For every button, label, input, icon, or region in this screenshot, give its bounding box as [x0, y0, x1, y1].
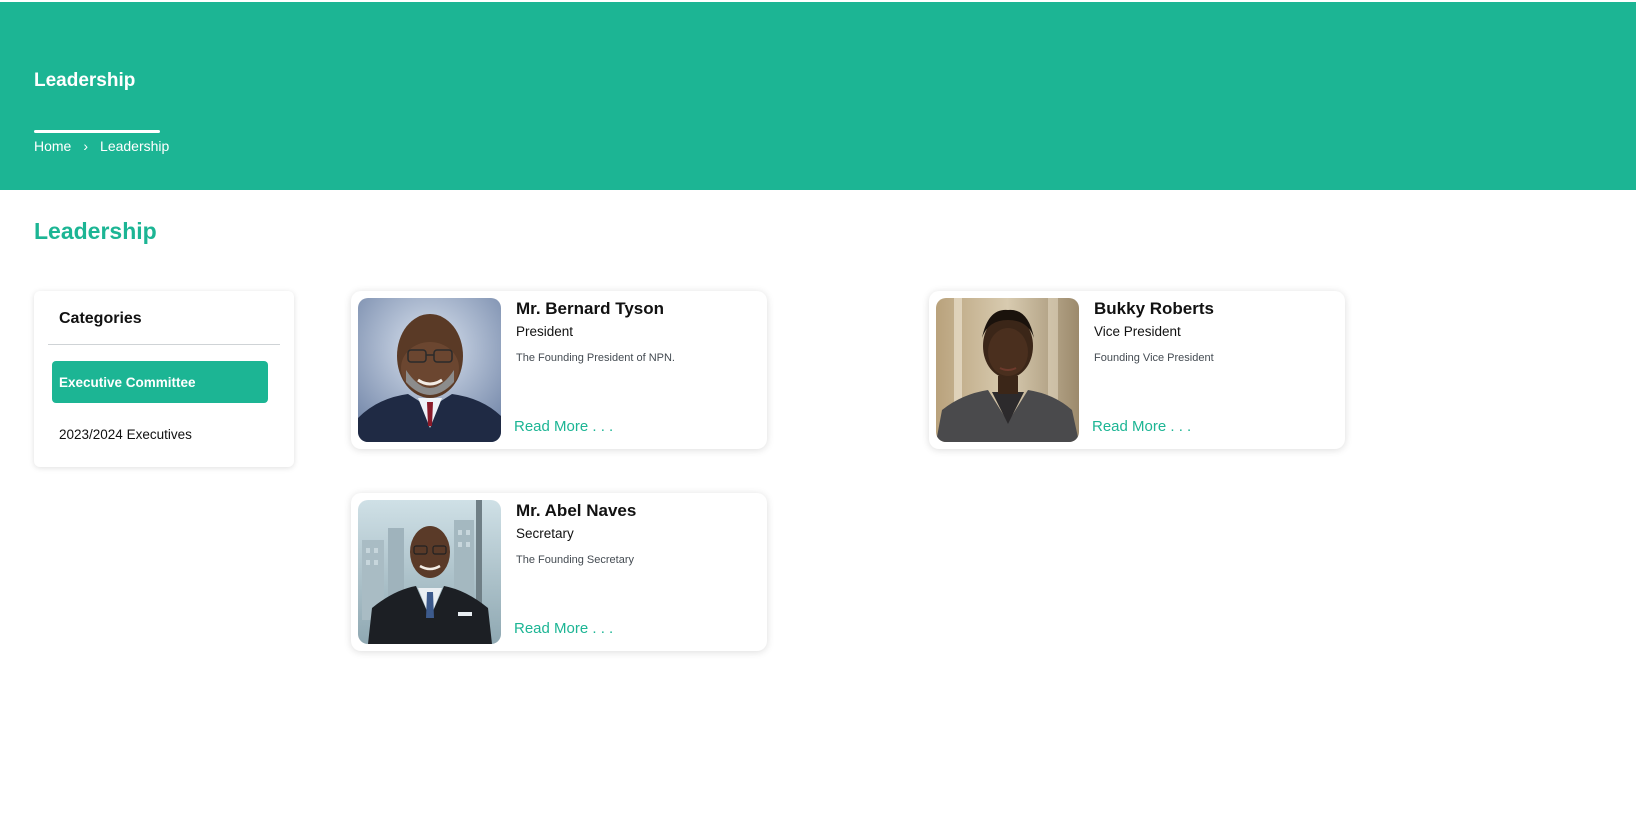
portrait-image [358, 500, 501, 644]
member-card: Mr. Abel Naves Secretary The Founding Se… [351, 493, 767, 651]
page-header-banner: Leadership Home › Leadership [0, 2, 1636, 190]
member-photo [936, 298, 1079, 442]
portrait-image [358, 298, 501, 442]
read-more-link[interactable]: Read More . . . [1092, 418, 1191, 435]
read-more-link[interactable]: Read More . . . [514, 418, 613, 435]
category-executive-committee[interactable]: Executive Committee [52, 361, 268, 403]
member-role: Secretary [516, 526, 574, 541]
member-description: Founding Vice President [1094, 352, 1214, 364]
categories-divider [48, 344, 280, 345]
breadcrumb: Home › Leadership [34, 138, 169, 154]
portrait-image [936, 298, 1079, 442]
chevron-right-icon: › [83, 138, 89, 154]
member-description: The Founding President of NPN. [516, 352, 675, 364]
member-name: Bukky Roberts [1094, 299, 1214, 318]
categories-heading: Categories [59, 310, 142, 327]
member-card: Mr. Bernard Tyson President The Founding… [351, 291, 767, 449]
member-role: President [516, 324, 574, 339]
section-title: Leadership [34, 218, 157, 244]
member-description: The Founding Secretary [516, 554, 635, 566]
read-more-link[interactable]: Read More . . . [514, 620, 613, 637]
member-photo [358, 298, 501, 442]
member-name: Mr. Bernard Tyson [516, 299, 664, 318]
member-role: Vice President [1094, 324, 1181, 339]
member-photo [358, 500, 501, 644]
categories-panel: Categories Executive Committee 2023/2024… [34, 291, 294, 467]
member-card: Bukky Roberts Vice President Founding Vi… [929, 291, 1345, 449]
breadcrumb-home-link[interactable]: Home [34, 138, 71, 154]
page-header-title: Leadership [34, 70, 136, 91]
header-underline [34, 130, 160, 133]
category-2023-2024-executives[interactable]: 2023/2024 Executives [52, 413, 268, 455]
member-name: Mr. Abel Naves [516, 501, 637, 520]
breadcrumb-current: Leadership [100, 138, 170, 154]
